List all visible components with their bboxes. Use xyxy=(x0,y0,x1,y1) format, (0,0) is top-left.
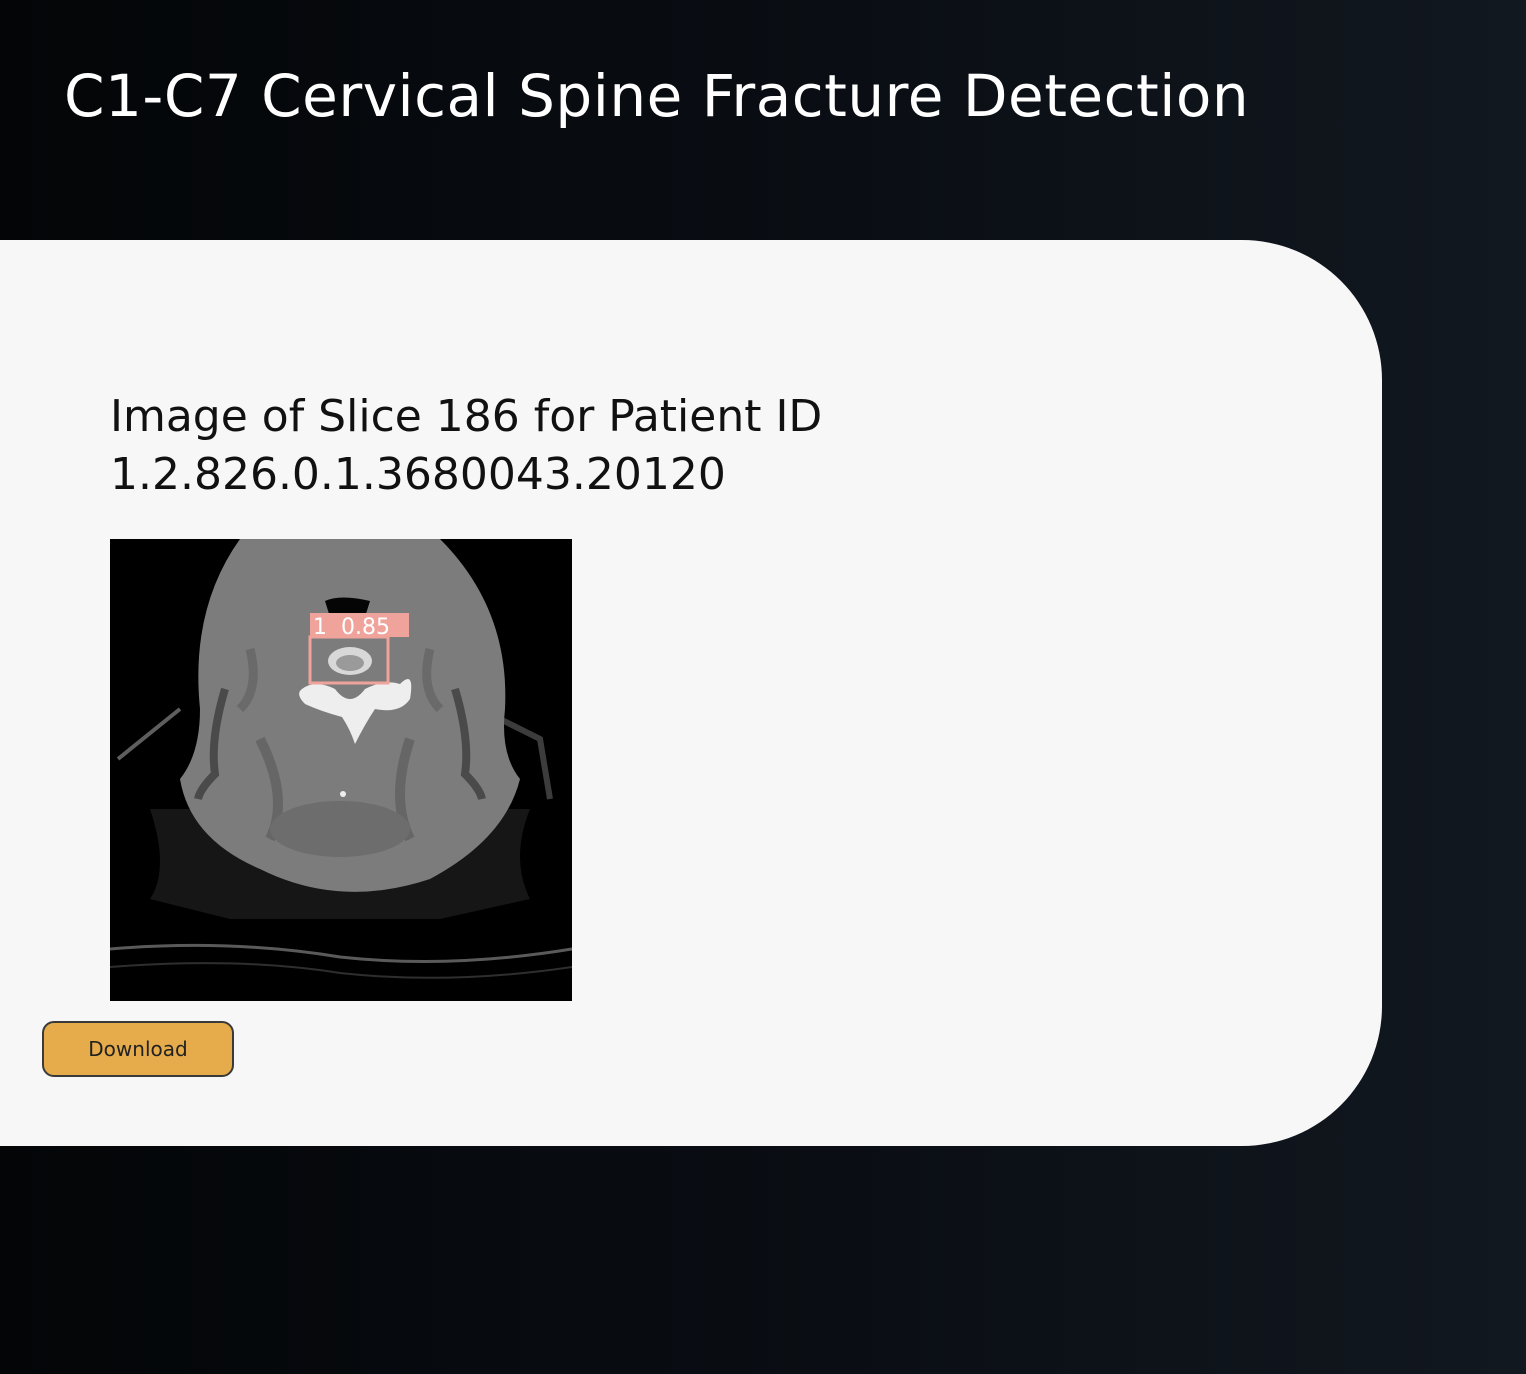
ct-scan-drawing: 1 0.85 xyxy=(110,539,572,1001)
slice-heading: Image of Slice 186 for Patient ID 1.2.82… xyxy=(110,388,822,504)
download-button[interactable]: Download xyxy=(42,1021,234,1077)
result-panel: Image of Slice 186 for Patient ID 1.2.82… xyxy=(0,240,1382,1146)
patient-id: 1.2.826.0.1.3680043.20120 xyxy=(110,449,726,500)
slice-heading-line1: Image of Slice 186 for Patient ID xyxy=(110,391,823,442)
ct-slice-image: 1 0.85 xyxy=(110,539,572,1001)
page-title: C1-C7 Cervical Spine Fracture Detection xyxy=(64,62,1250,130)
detection-label: 1 0.85 xyxy=(313,615,390,640)
